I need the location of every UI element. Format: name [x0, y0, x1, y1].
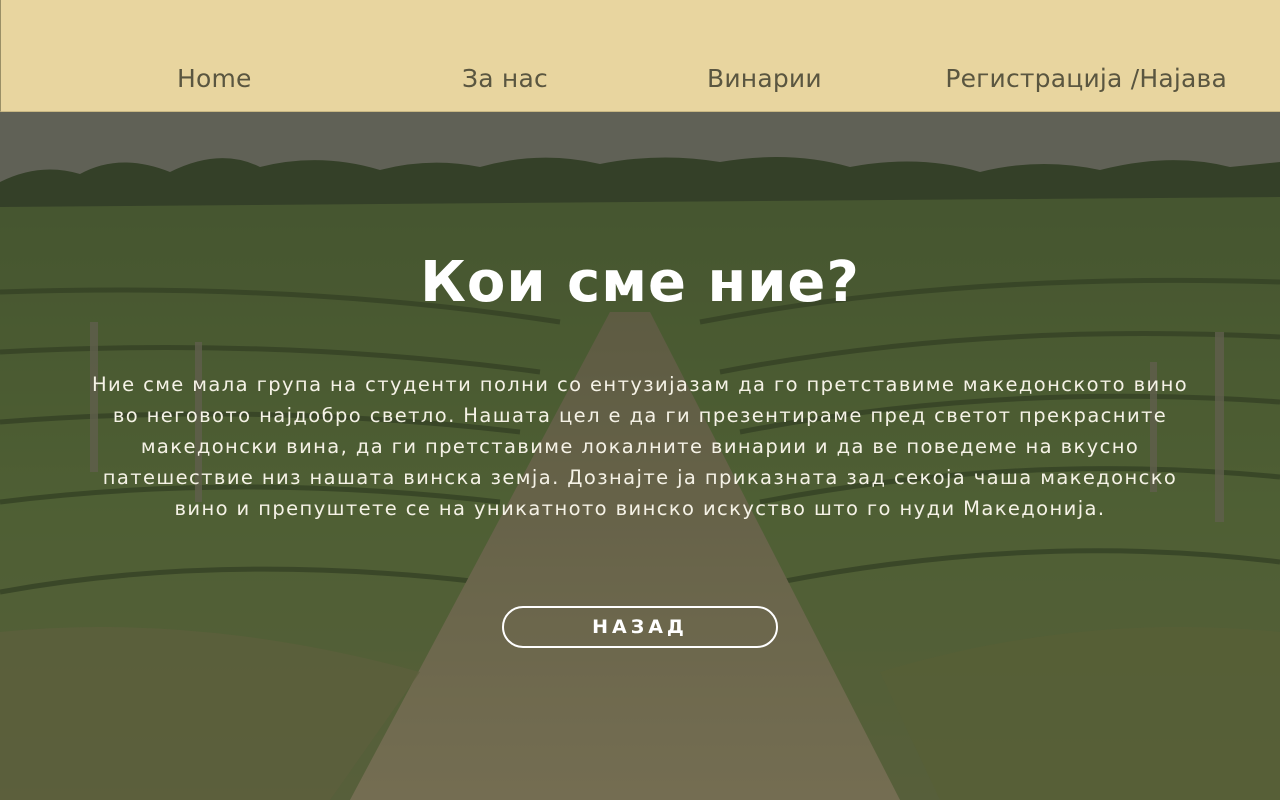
nav-home-link[interactable]: Home: [177, 64, 252, 98]
nav-about-link[interactable]: За нас: [462, 64, 548, 98]
back-button[interactable]: НАЗАД: [502, 606, 778, 648]
top-navbar: Home За нас Винарии Регистрација /Најава: [0, 0, 1280, 112]
page-title: Кои сме ние?: [420, 250, 860, 315]
hero-section: Кои сме ние? Ние сме мала група на студе…: [0, 112, 1280, 800]
nav-wineries-link[interactable]: Винарии: [707, 64, 822, 98]
about-description: Ние сме мала група на студенти полни со …: [91, 373, 1189, 520]
nav-register-login-link[interactable]: Регистрација /Најава: [945, 64, 1227, 98]
